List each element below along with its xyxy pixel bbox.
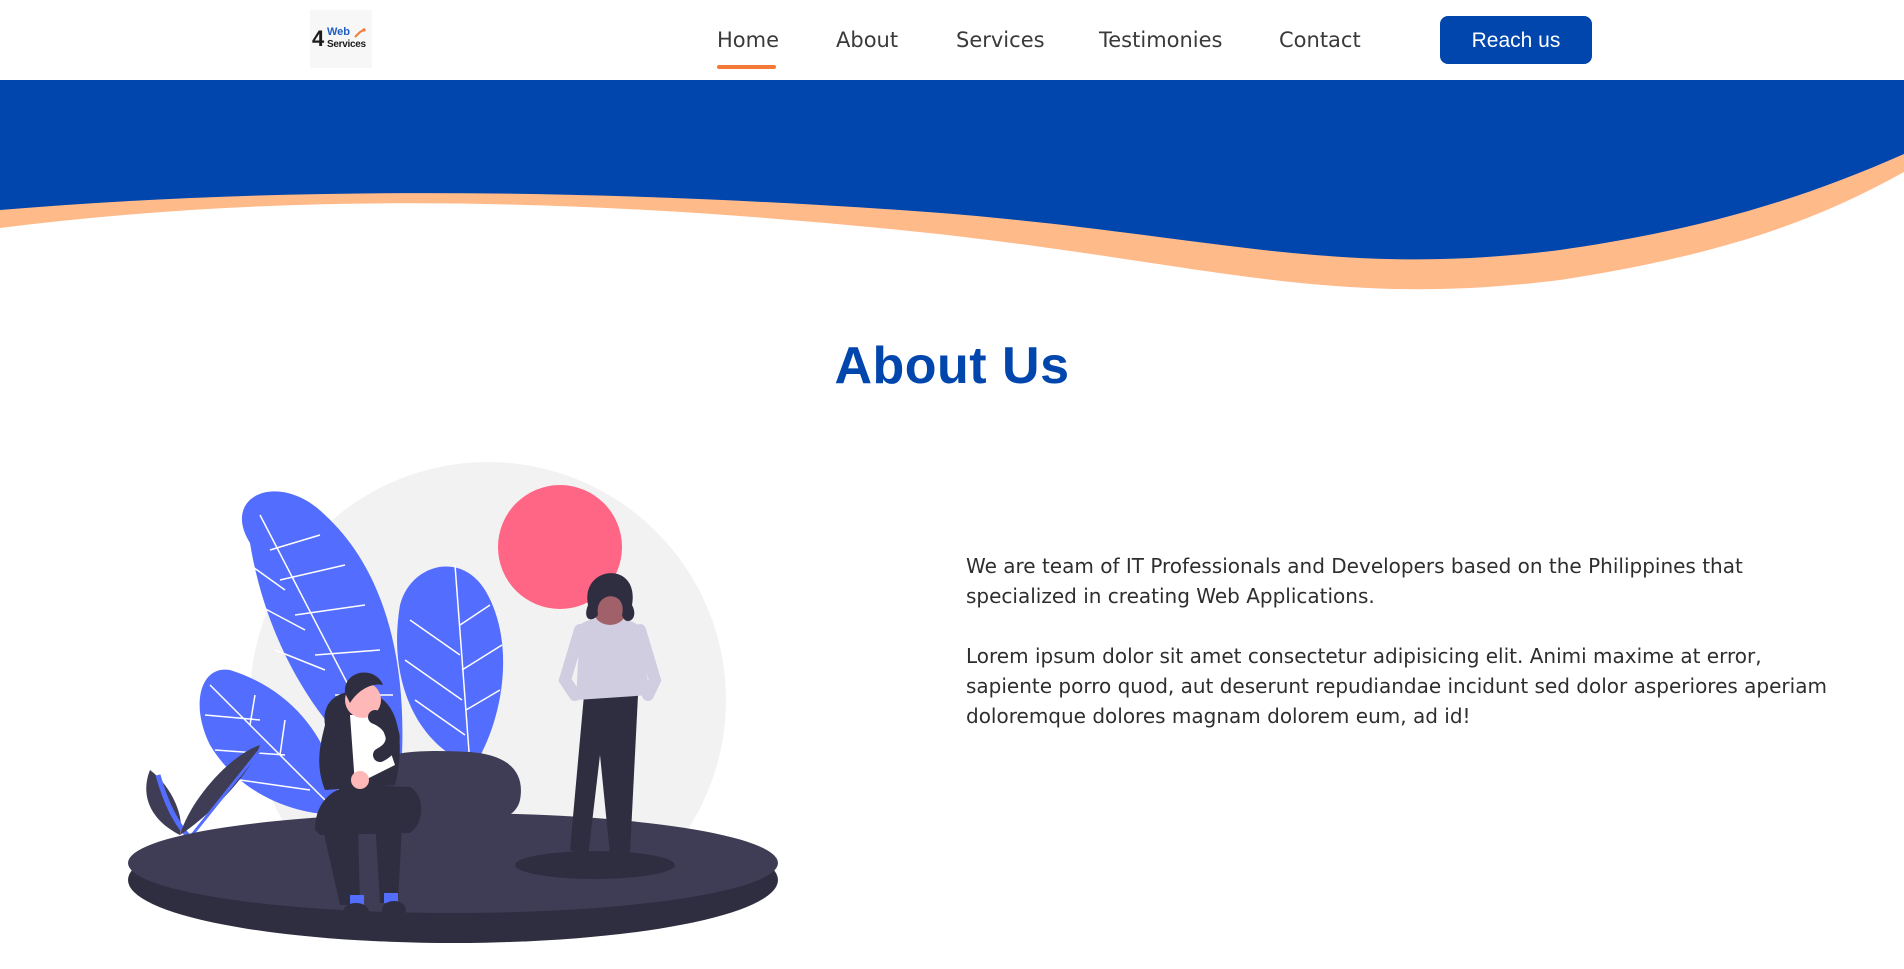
reach-us-button[interactable]: Reach us xyxy=(1440,16,1592,64)
logo-swoosh-icon xyxy=(354,28,366,38)
about-us-heading: About Us xyxy=(834,337,1070,395)
about-paragraph-lorem: Lorem ipsum dolor sit amet consectetur a… xyxy=(966,644,1827,728)
nav-link-testimonies[interactable]: Testimonies xyxy=(1099,24,1223,56)
active-nav-indicator xyxy=(717,65,776,69)
top-navigation-bar: 4 Web Services Home About Services Testi… xyxy=(0,0,1904,80)
brand-logo[interactable]: 4 Web Services xyxy=(310,10,372,68)
logo-number: 4 xyxy=(312,26,324,51)
logo-word-services: Services xyxy=(327,39,366,50)
logo-word-web: Web xyxy=(327,26,351,38)
nav-link-services[interactable]: Services xyxy=(956,24,1045,56)
nav-link-home[interactable]: Home xyxy=(717,24,779,56)
team-illustration xyxy=(128,462,778,943)
nav-link-about[interactable]: About xyxy=(836,24,898,56)
about-paragraph-intro: We are team of IT Professionals and Deve… xyxy=(966,554,1743,608)
hero-wave-banner xyxy=(0,80,1904,290)
nav-link-contact[interactable]: Contact xyxy=(1279,24,1361,56)
ground-top xyxy=(128,813,778,913)
